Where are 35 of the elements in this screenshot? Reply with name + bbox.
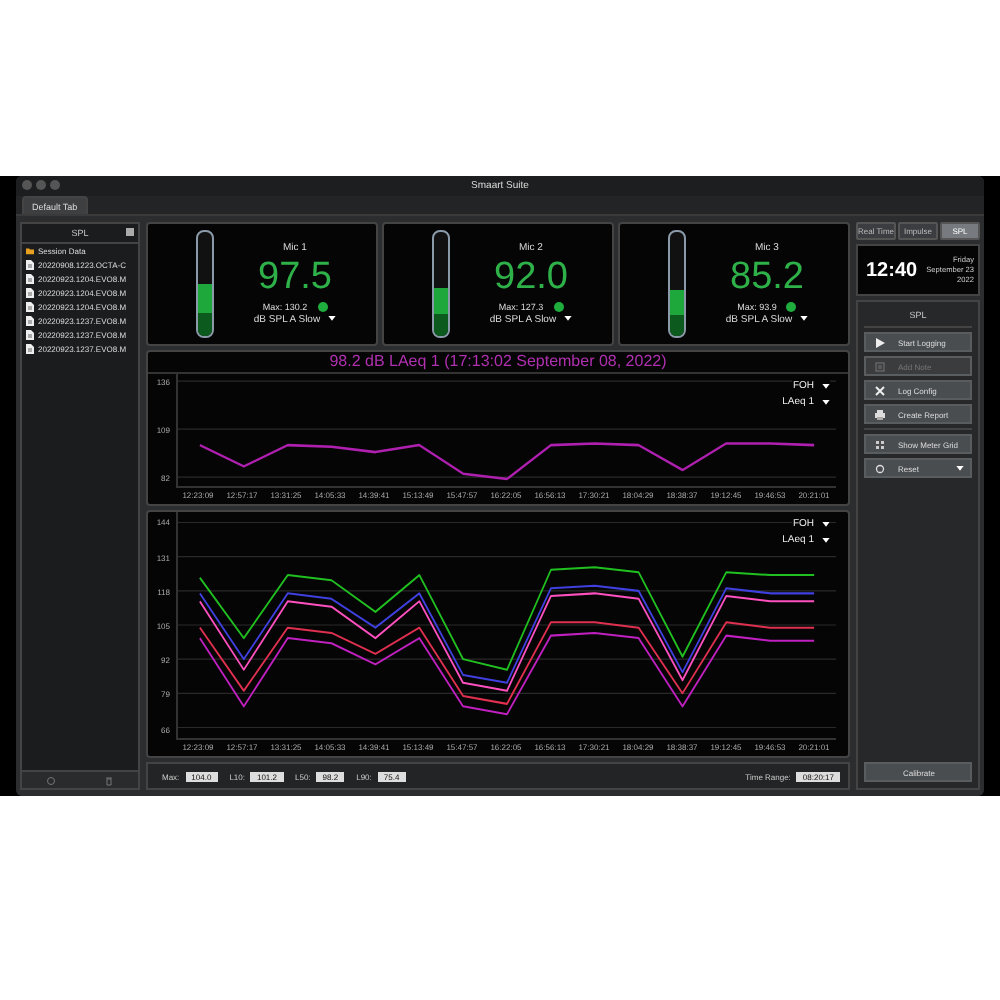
status-dot — [317, 301, 328, 311]
caret-icon — [822, 521, 830, 527]
refresh-icon — [874, 463, 886, 473]
trash-icon[interactable] — [104, 775, 114, 785]
meter-reading: 92.0 — [494, 253, 568, 301]
meter-reading: 85.2 — [730, 253, 804, 301]
note-icon — [874, 361, 886, 371]
meter-reading: 97.5 — [258, 253, 332, 301]
folder-icon — [26, 246, 34, 256]
caret-icon — [822, 537, 830, 543]
document-icon — [26, 288, 34, 298]
chart-title: 98.2 dB LAeq 1 (17:13:02 September 08, 2022) — [148, 352, 848, 374]
document-icon — [26, 344, 34, 354]
caret-icon — [800, 316, 809, 322]
printer-icon — [874, 409, 886, 419]
document-icon — [26, 316, 34, 326]
level-meter — [196, 230, 214, 338]
tools-icon — [874, 385, 886, 395]
document-icon — [26, 260, 34, 270]
caret-icon — [956, 465, 964, 471]
level-meter — [668, 230, 686, 338]
document-icon — [26, 330, 34, 340]
play-icon — [874, 337, 886, 347]
clock-time: 12:40 — [866, 259, 918, 281]
caret-icon — [328, 316, 337, 322]
circle-icon[interactable] — [46, 775, 56, 785]
level-meter — [432, 230, 450, 338]
document-icon — [26, 302, 34, 312]
status-dot — [786, 301, 797, 311]
caret-icon — [564, 316, 573, 322]
document-icon — [26, 274, 34, 284]
caret-icon — [822, 383, 830, 389]
status-dot — [553, 301, 564, 311]
caret-icon — [822, 399, 830, 405]
grid-icon — [874, 439, 886, 449]
